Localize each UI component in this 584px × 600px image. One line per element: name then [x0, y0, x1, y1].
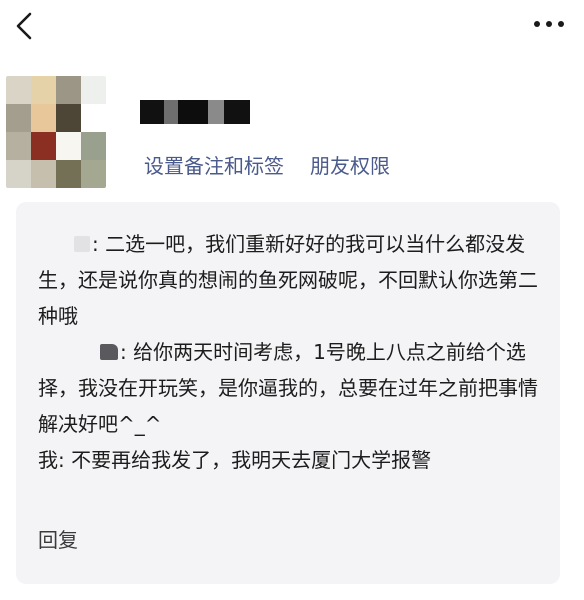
redacted-sender: [38, 235, 92, 253]
message-line-2: : 给你两天时间考虑，1号晚上八点之前给个选择，我没在开玩笑，是你逼我的，总要在…: [38, 340, 538, 436]
avatar[interactable]: [6, 76, 106, 188]
redacted-sender: [38, 343, 120, 361]
friend-permissions-link[interactable]: 朋友权限: [310, 154, 390, 178]
chevron-left-icon: [16, 12, 32, 40]
message-line-1: : 二选一吧，我们重新好好的我可以当什么都没发生，还是说你真的想闹的鱼死网破呢，…: [38, 232, 538, 328]
set-remark-and-tags-link[interactable]: 设置备注和标签: [144, 154, 284, 178]
more-horizontal-icon: [534, 21, 564, 27]
profile-links: 设置备注和标签 朋友权限: [144, 150, 390, 179]
back-button[interactable]: [10, 10, 40, 42]
reply-button[interactable]: 回复: [38, 524, 78, 553]
message-line-3: 我: 不要再给我发了，我明天去厦门大学报警: [38, 448, 432, 472]
more-button[interactable]: [532, 14, 566, 34]
top-bar: [0, 0, 584, 56]
message-text: : 二选一吧，我们重新好好的我可以当什么都没发生，还是说你真的想闹的鱼死网破呢，…: [38, 226, 544, 478]
redacted-name: [140, 100, 250, 124]
message-card: : 二选一吧，我们重新好好的我可以当什么都没发生，还是说你真的想闹的鱼死网破呢，…: [16, 202, 560, 584]
